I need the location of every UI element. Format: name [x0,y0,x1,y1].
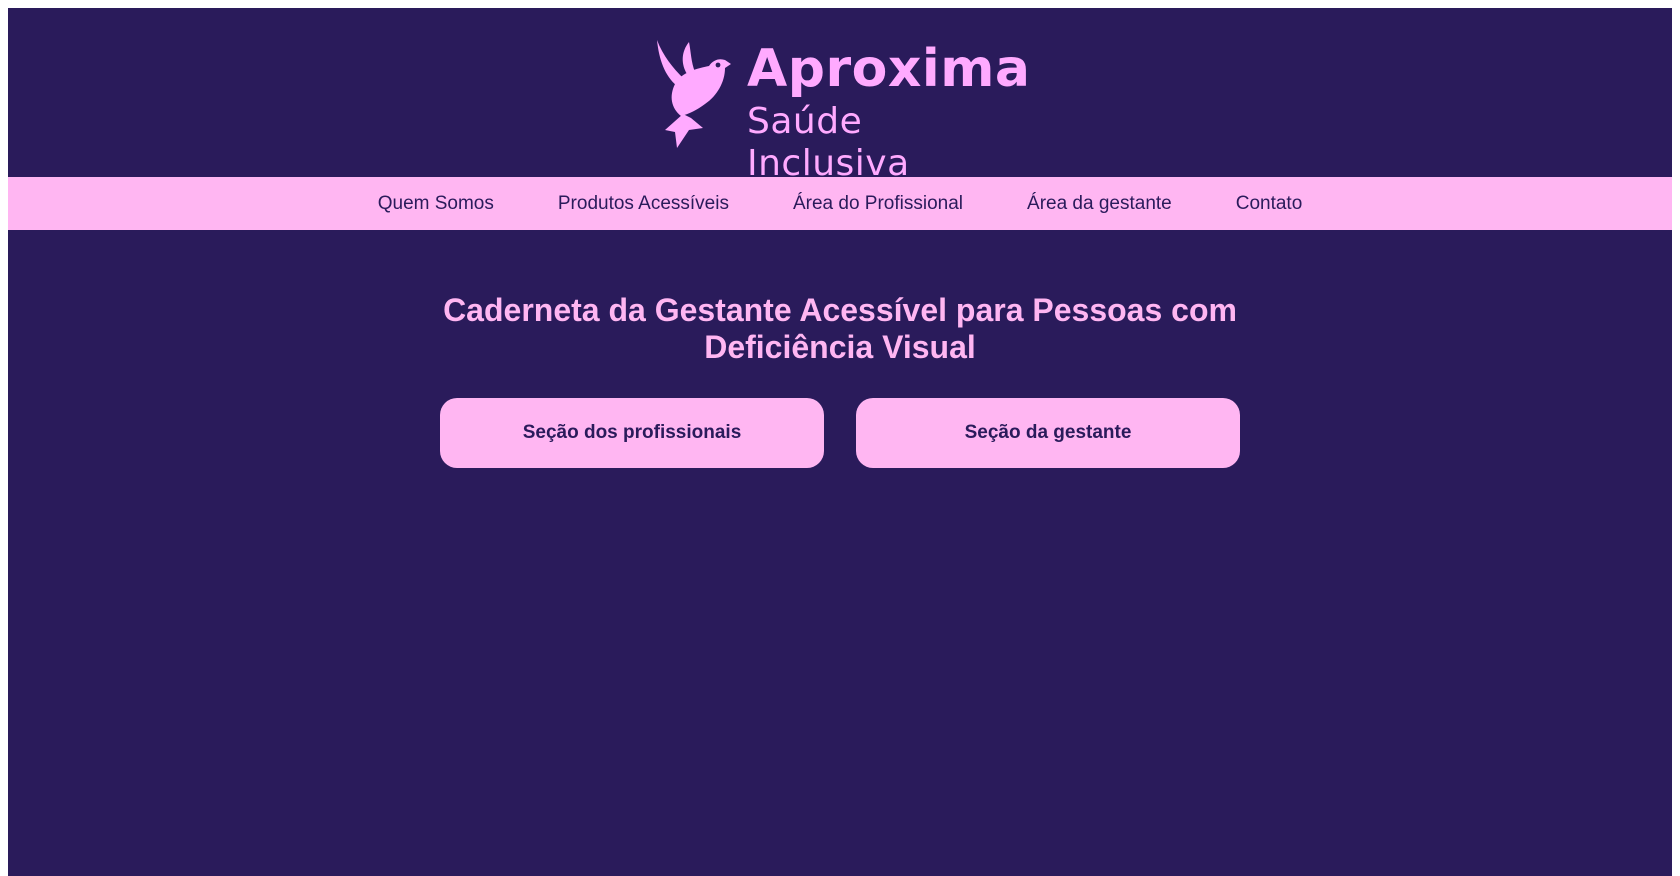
main-content: Caderneta da Gestante Acessível para Pes… [8,230,1672,468]
page-title: Caderneta da Gestante Acessível para Pes… [443,292,1237,365]
section-buttons: Seção dos profissionais Seção da gestant… [8,398,1672,468]
pregnant-section-button[interactable]: Seção da gestante [856,398,1240,468]
brand-text: Aproxima Saúde Inclusiva [747,38,1035,185]
brand-logo[interactable]: Aproxima Saúde Inclusiva [655,38,1035,184]
dove-icon [657,40,731,148]
brand-name: Aproxima [747,39,1031,99]
nav-item-area-do-profissional[interactable]: Área do Profissional [793,193,963,215]
nav-item-quem-somos[interactable]: Quem Somos [378,193,494,215]
nav-item-produtos-acessiveis[interactable]: Produtos Acessíveis [558,193,729,215]
site-header: Aproxima Saúde Inclusiva [8,8,1672,184]
page: Aproxima Saúde Inclusiva Quem Somos Prod… [8,8,1672,876]
main-nav: Quem Somos Produtos Acessíveis Área do P… [8,177,1672,230]
professionals-section-button[interactable]: Seção dos profissionais [440,398,824,468]
nav-item-area-da-gestante[interactable]: Área da gestante [1027,193,1172,215]
brand-tagline: Saúde Inclusiva [747,101,910,184]
nav-item-contato[interactable]: Contato [1236,193,1303,215]
